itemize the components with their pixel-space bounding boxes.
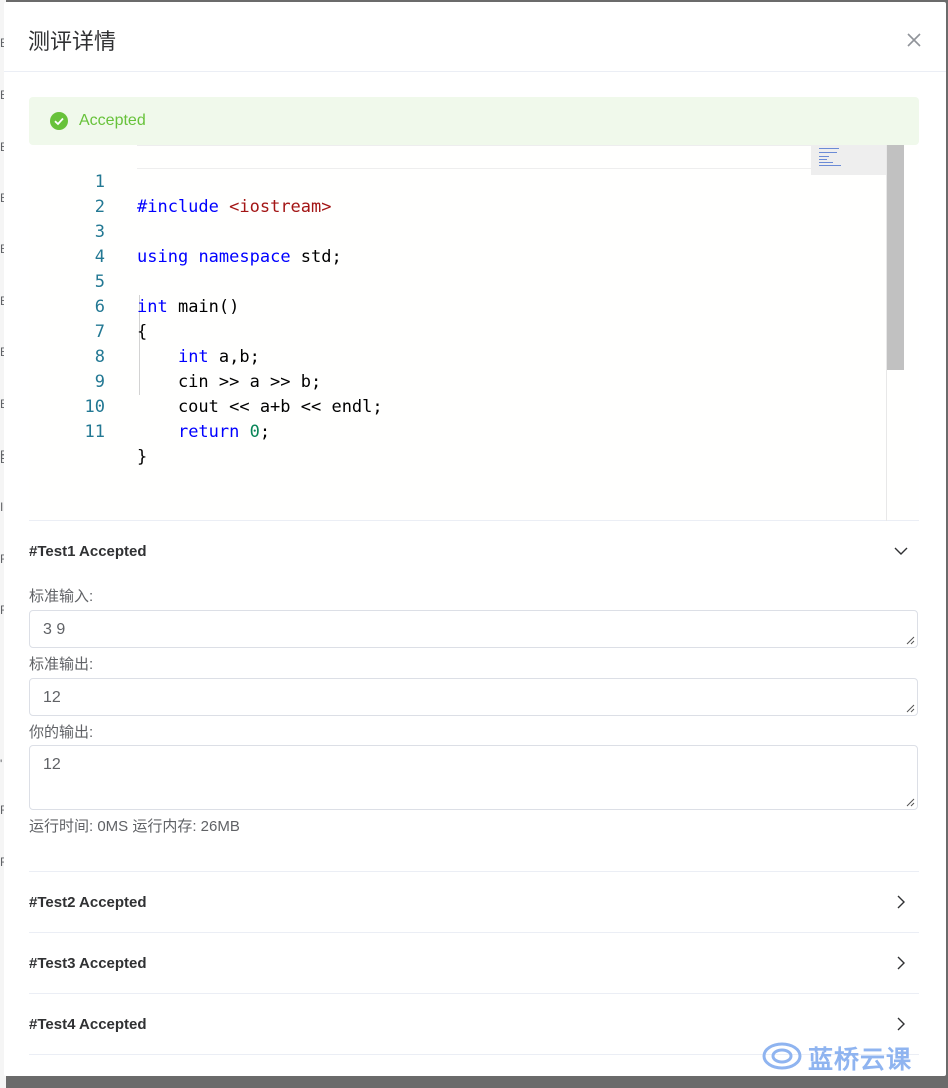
expected-output-label: 标准输出: xyxy=(29,656,94,673)
chevron-right-icon[interactable] xyxy=(893,955,909,971)
chevron-down-icon[interactable] xyxy=(893,543,909,559)
test-case-title: #Test3 Accepted xyxy=(29,955,147,972)
test-case-item: #Test1 Accepted 标准输入: 3 9 标准输出: 12 你的输出: xyxy=(29,521,919,872)
code-text: return 0; xyxy=(177,422,271,442)
code-text: } xyxy=(137,447,148,467)
check-circle-icon xyxy=(50,112,68,130)
test-case-header[interactable]: #Test3 Accepted xyxy=(29,933,919,993)
test-case-title: #Test4 Accepted xyxy=(29,1016,147,1033)
code-line: 5 int main() xyxy=(29,245,889,317)
close-icon[interactable] xyxy=(904,30,924,50)
expected-output-value: 12 xyxy=(43,689,61,706)
lanqiao-logo-icon xyxy=(762,1041,804,1076)
code-line: 11 } xyxy=(29,395,889,467)
resize-handle-icon[interactable] xyxy=(905,635,915,645)
code-editor[interactable]: 1 #include <iostream> 2 3 using namespac… xyxy=(29,145,919,521)
editor-scrollbar[interactable] xyxy=(887,145,904,370)
your-output-label: 你的输出: xyxy=(29,724,94,741)
editor-minimap[interactable] xyxy=(811,145,886,175)
watermark: 蓝桥云课 xyxy=(762,1042,912,1074)
code-line: 2 xyxy=(29,170,889,217)
code-line: 10 return 0; xyxy=(29,370,889,442)
test-case-title: #Test1 Accepted xyxy=(29,543,147,560)
code-line: 7 int a,b; xyxy=(29,295,889,367)
test-case-header[interactable]: #Test1 Accepted xyxy=(29,521,919,581)
code-line: 9 cout << a+b << endl; xyxy=(29,345,889,417)
test-case-item: #Test3 Accepted xyxy=(29,933,919,994)
test-case-detail: 标准输入: 3 9 标准输出: 12 你的输出: 12 运行时间: 0MS 运行… xyxy=(29,581,919,871)
stdin-field[interactable]: 3 9 xyxy=(29,610,918,648)
test-case-title: #Test2 Accepted xyxy=(29,894,147,911)
watermark-text: 蓝桥云课 xyxy=(808,1045,913,1074)
input-label: 标准输入: xyxy=(29,588,94,605)
alert-status: Accepted xyxy=(79,112,146,129)
test-case-item: #Test2 Accepted xyxy=(29,872,919,933)
your-output-value: 12 xyxy=(43,756,61,773)
code-line: 4 xyxy=(29,220,889,267)
dialog-header: 测评详情 xyxy=(4,2,946,72)
code-line: 6 { xyxy=(29,270,889,342)
expected-output-field[interactable]: 12 xyxy=(29,678,918,716)
your-output-field[interactable]: 12 xyxy=(29,745,918,810)
line-number: 11 xyxy=(84,422,105,442)
dialog-body: Accepted 1 #include <iostream> 2 3 using… xyxy=(29,97,919,1055)
resize-handle-icon[interactable] xyxy=(905,797,915,807)
code-line: 3 using namespace std; xyxy=(29,195,889,267)
code-line: 1 #include <iostream> xyxy=(29,145,889,217)
resize-handle-icon[interactable] xyxy=(905,703,915,713)
evaluation-dialog: 测评详情 Accepted 1 #include <iostream> 2 3 xyxy=(4,2,946,1076)
dialog-title: 测评详情 xyxy=(28,30,117,55)
run-stats: 运行时间: 0MS 运行内存: 26MB xyxy=(29,818,240,835)
code-line: 8 cin >> a >> b; xyxy=(29,320,889,392)
stdin-value: 3 9 xyxy=(43,621,66,638)
result-alert: Accepted xyxy=(29,97,919,145)
test-case-header[interactable]: #Test2 Accepted xyxy=(29,872,919,932)
chevron-right-icon[interactable] xyxy=(893,894,909,910)
chevron-right-icon[interactable] xyxy=(893,1016,909,1032)
